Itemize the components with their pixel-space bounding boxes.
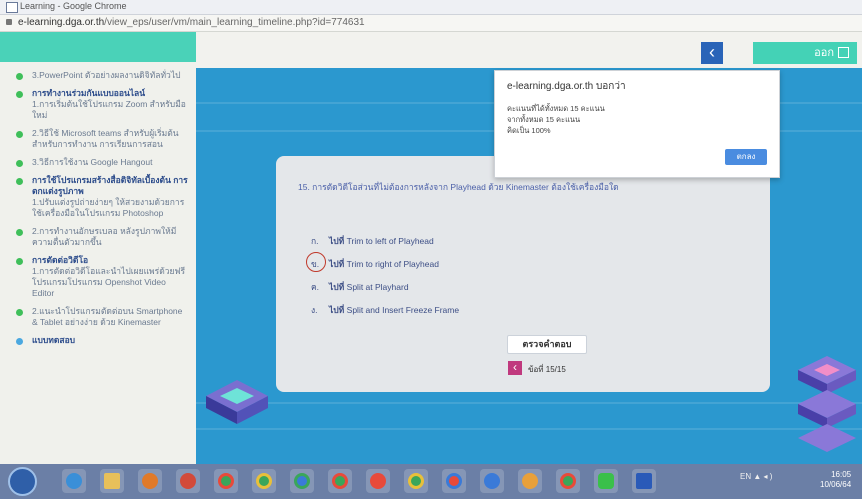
option-b[interactable]: ข. ไปที่ Trim to right of Playhead bbox=[306, 252, 439, 272]
window-titlebar: Learning - Google Chrome bbox=[0, 0, 862, 15]
status-dot-icon bbox=[16, 91, 23, 98]
option-prefix: ไปที่ bbox=[329, 259, 345, 269]
word-taskbar-icon[interactable] bbox=[632, 469, 656, 493]
chrome-taskbar-icon[interactable] bbox=[442, 469, 466, 493]
line-taskbar-icon[interactable] bbox=[594, 469, 618, 493]
lesson-item[interactable]: การตัดต่อวิดีโอ 1.การตัดต่อวิดีโอและนำไปเ… bbox=[0, 255, 196, 299]
chrome-taskbar-icon[interactable] bbox=[404, 469, 428, 493]
window-title: Learning - Google Chrome bbox=[20, 1, 127, 11]
decorative-block-left bbox=[206, 380, 268, 424]
status-dot-icon bbox=[16, 160, 23, 167]
score-alert-dialog: e-learning.dga.or.th บอกว่า คะแนนที่ได้ท… bbox=[494, 70, 780, 178]
status-dot-icon bbox=[16, 131, 23, 138]
status-dot-icon bbox=[16, 73, 23, 80]
option-text: Trim to right of Playhead bbox=[346, 259, 439, 269]
option-prefix: ไปที่ bbox=[329, 236, 345, 246]
url-text[interactable]: e-learning.dga.or.th/view_eps/user/vm/ma… bbox=[18, 17, 365, 28]
content-topbar: ‹ ออก bbox=[196, 32, 862, 68]
lesson-title: การทำงานร่วมกันแบบออนไลน์ bbox=[32, 88, 146, 98]
dialog-ok-button[interactable]: ตกลง bbox=[725, 149, 767, 165]
main-content: ‹ ออก 15. การตัดวิดีโอส่วนที่ไม่ต้องการห… bbox=[196, 32, 862, 464]
address-bar[interactable]: e-learning.dga.or.th/view_eps/user/vm/ma… bbox=[0, 15, 862, 32]
lesson-title: 3.วิธีการใช้งาน Google Hangout bbox=[32, 157, 153, 167]
lesson-sub: 1.ปรับแต่งรูปถ่ายง่ายๆ ให้สวยงามด้วยการใ… bbox=[32, 197, 185, 218]
lesson-item[interactable]: การทำงานร่วมกันแบบออนไลน์ 1.การเริ่มต้นใช… bbox=[0, 88, 196, 121]
lesson-title: 2.การทำงานอักษรเบลอ หลังรูปภาพให้มีความต… bbox=[32, 226, 177, 247]
option-text: Trim to left of Playhead bbox=[346, 236, 434, 246]
dialog-percent-line: คิดเป็น 100% bbox=[507, 126, 551, 135]
lesson-title: การตัดต่อวิดีโอ bbox=[32, 255, 89, 265]
background-stripe bbox=[196, 428, 862, 430]
lesson-item-quiz[interactable]: แบบทดสอบ bbox=[0, 335, 196, 346]
lesson-sidebar: 3.PowerPoint ตัวอย่างผลงานดิจิทัลทั่วไป … bbox=[0, 32, 196, 464]
check-answer-button[interactable]: ตรวจคำตอบ bbox=[507, 335, 587, 354]
chrome-taskbar-icon[interactable] bbox=[518, 469, 542, 493]
option-letter: ค. bbox=[311, 282, 320, 292]
url-domain: e-learning.dga.or.th bbox=[18, 17, 105, 28]
taskbar: EN ▲ ◂ ) 16:05 10/06/64 bbox=[0, 464, 862, 499]
question-text: 15. การตัดวิดีโอส่วนที่ไม่ต้องการหลังจาก… bbox=[298, 182, 619, 192]
exit-button[interactable]: ออก bbox=[753, 42, 857, 64]
taskbar-clock[interactable]: 16:05 10/06/64 bbox=[820, 470, 851, 490]
status-dot-icon bbox=[16, 309, 23, 316]
status-dot-icon bbox=[16, 338, 23, 345]
app-taskbar-icon[interactable] bbox=[176, 469, 200, 493]
dialog-title: e-learning.dga.or.th บอกว่า bbox=[507, 81, 626, 92]
chrome-taskbar-icon[interactable] bbox=[252, 469, 276, 493]
media-taskbar-icon[interactable] bbox=[138, 469, 162, 493]
option-text: Split at Playhard bbox=[346, 282, 409, 292]
lesson-list: 3.PowerPoint ตัวอย่างผลงานดิจิทัลทั่วไป … bbox=[0, 70, 196, 353]
lesson-item[interactable]: 2.การทำงานอักษรเบลอ หลังรูปภาพให้มีความต… bbox=[0, 226, 196, 248]
option-d[interactable]: ง. ไปที่ Split and Insert Freeze Frame bbox=[311, 303, 459, 317]
status-dot-icon bbox=[16, 258, 23, 265]
system-tray[interactable]: EN ▲ ◂ ) bbox=[740, 472, 772, 481]
chrome-taskbar-icon[interactable] bbox=[290, 469, 314, 493]
prev-question-button[interactable]: ‹ bbox=[508, 361, 522, 375]
option-letter: ก. bbox=[311, 236, 319, 246]
clock-date: 10/06/64 bbox=[820, 480, 852, 489]
folder-taskbar-icon[interactable] bbox=[100, 469, 124, 493]
status-dot-icon bbox=[16, 229, 23, 236]
lesson-title: 3.PowerPoint ตัวอย่างผลงานดิจิทัลทั่วไป bbox=[32, 70, 181, 80]
chrome-taskbar-icon[interactable] bbox=[556, 469, 580, 493]
lesson-item[interactable]: 3.PowerPoint ตัวอย่างผลงานดิจิทัลทั่วไป bbox=[0, 70, 196, 81]
lesson-title: การใช้โปรแกรมสร้างสื่อดิจิทัลเบื้องต้น ก… bbox=[32, 175, 188, 196]
lesson-sub: 1.การเริ่มต้นใช้โปรแกรม Zoom สำหรับมือให… bbox=[32, 99, 186, 120]
start-button[interactable] bbox=[8, 467, 37, 496]
lesson-item[interactable]: การใช้โปรแกรมสร้างสื่อดิจิทัลเบื้องต้น ก… bbox=[0, 175, 196, 219]
lesson-title: 2.วิธีใช้ Microsoft teams สำหรับผู้เริ่ม… bbox=[32, 128, 179, 149]
selected-answer-circle-icon bbox=[306, 252, 326, 272]
lesson-item[interactable]: 2.วิธีใช้ Microsoft teams สำหรับผู้เริ่ม… bbox=[0, 128, 196, 150]
exit-icon bbox=[838, 47, 849, 58]
lesson-title: แบบทดสอบ bbox=[32, 335, 76, 345]
sidebar-header bbox=[0, 32, 196, 62]
lesson-item[interactable]: 2.แนะนำโปรแกรมตัดต่อบน Smartphone & Tabl… bbox=[0, 306, 196, 328]
lesson-sub: 1.การตัดต่อวิดีโอและนำไปเผยแพร่ด้วยฟรีโป… bbox=[32, 266, 186, 298]
chrome-taskbar-icon[interactable] bbox=[366, 469, 390, 493]
back-button[interactable]: ‹ bbox=[701, 42, 723, 64]
option-letter: ง. bbox=[311, 305, 318, 315]
option-prefix: ไปที่ bbox=[329, 305, 345, 315]
background-stripe bbox=[196, 402, 862, 404]
option-text: Split and Insert Freeze Frame bbox=[346, 305, 460, 315]
quiz-card: 15. การตัดวิดีโอส่วนที่ไม่ต้องการหลังจาก… bbox=[276, 156, 770, 392]
question-counter: ข้อที่ 15/15 bbox=[528, 365, 566, 374]
chrome-window-icon bbox=[6, 2, 18, 13]
ie-taskbar-icon[interactable] bbox=[62, 469, 86, 493]
status-dot-icon bbox=[16, 178, 23, 185]
option-prefix: ไปที่ bbox=[329, 282, 345, 292]
clock-time: 16:05 bbox=[831, 470, 852, 479]
option-a[interactable]: ก. ไปที่ Trim to left of Playhead bbox=[311, 234, 434, 248]
lesson-title: 2.แนะนำโปรแกรมตัดต่อบน Smartphone & Tabl… bbox=[32, 306, 183, 327]
lesson-item[interactable]: 3.วิธีการใช้งาน Google Hangout bbox=[0, 157, 196, 168]
lock-icon bbox=[6, 19, 12, 25]
url-path: /view_eps/user/vm/main_learning_timeline… bbox=[104, 17, 365, 28]
chrome-taskbar-icon[interactable] bbox=[214, 469, 238, 493]
chrome-taskbar-icon[interactable] bbox=[480, 469, 504, 493]
decorative-block-right bbox=[798, 356, 856, 452]
option-c[interactable]: ค. ไปที่ Split at Playhard bbox=[311, 280, 409, 294]
chrome-taskbar-icon[interactable] bbox=[328, 469, 352, 493]
exit-label: ออก bbox=[814, 47, 834, 59]
